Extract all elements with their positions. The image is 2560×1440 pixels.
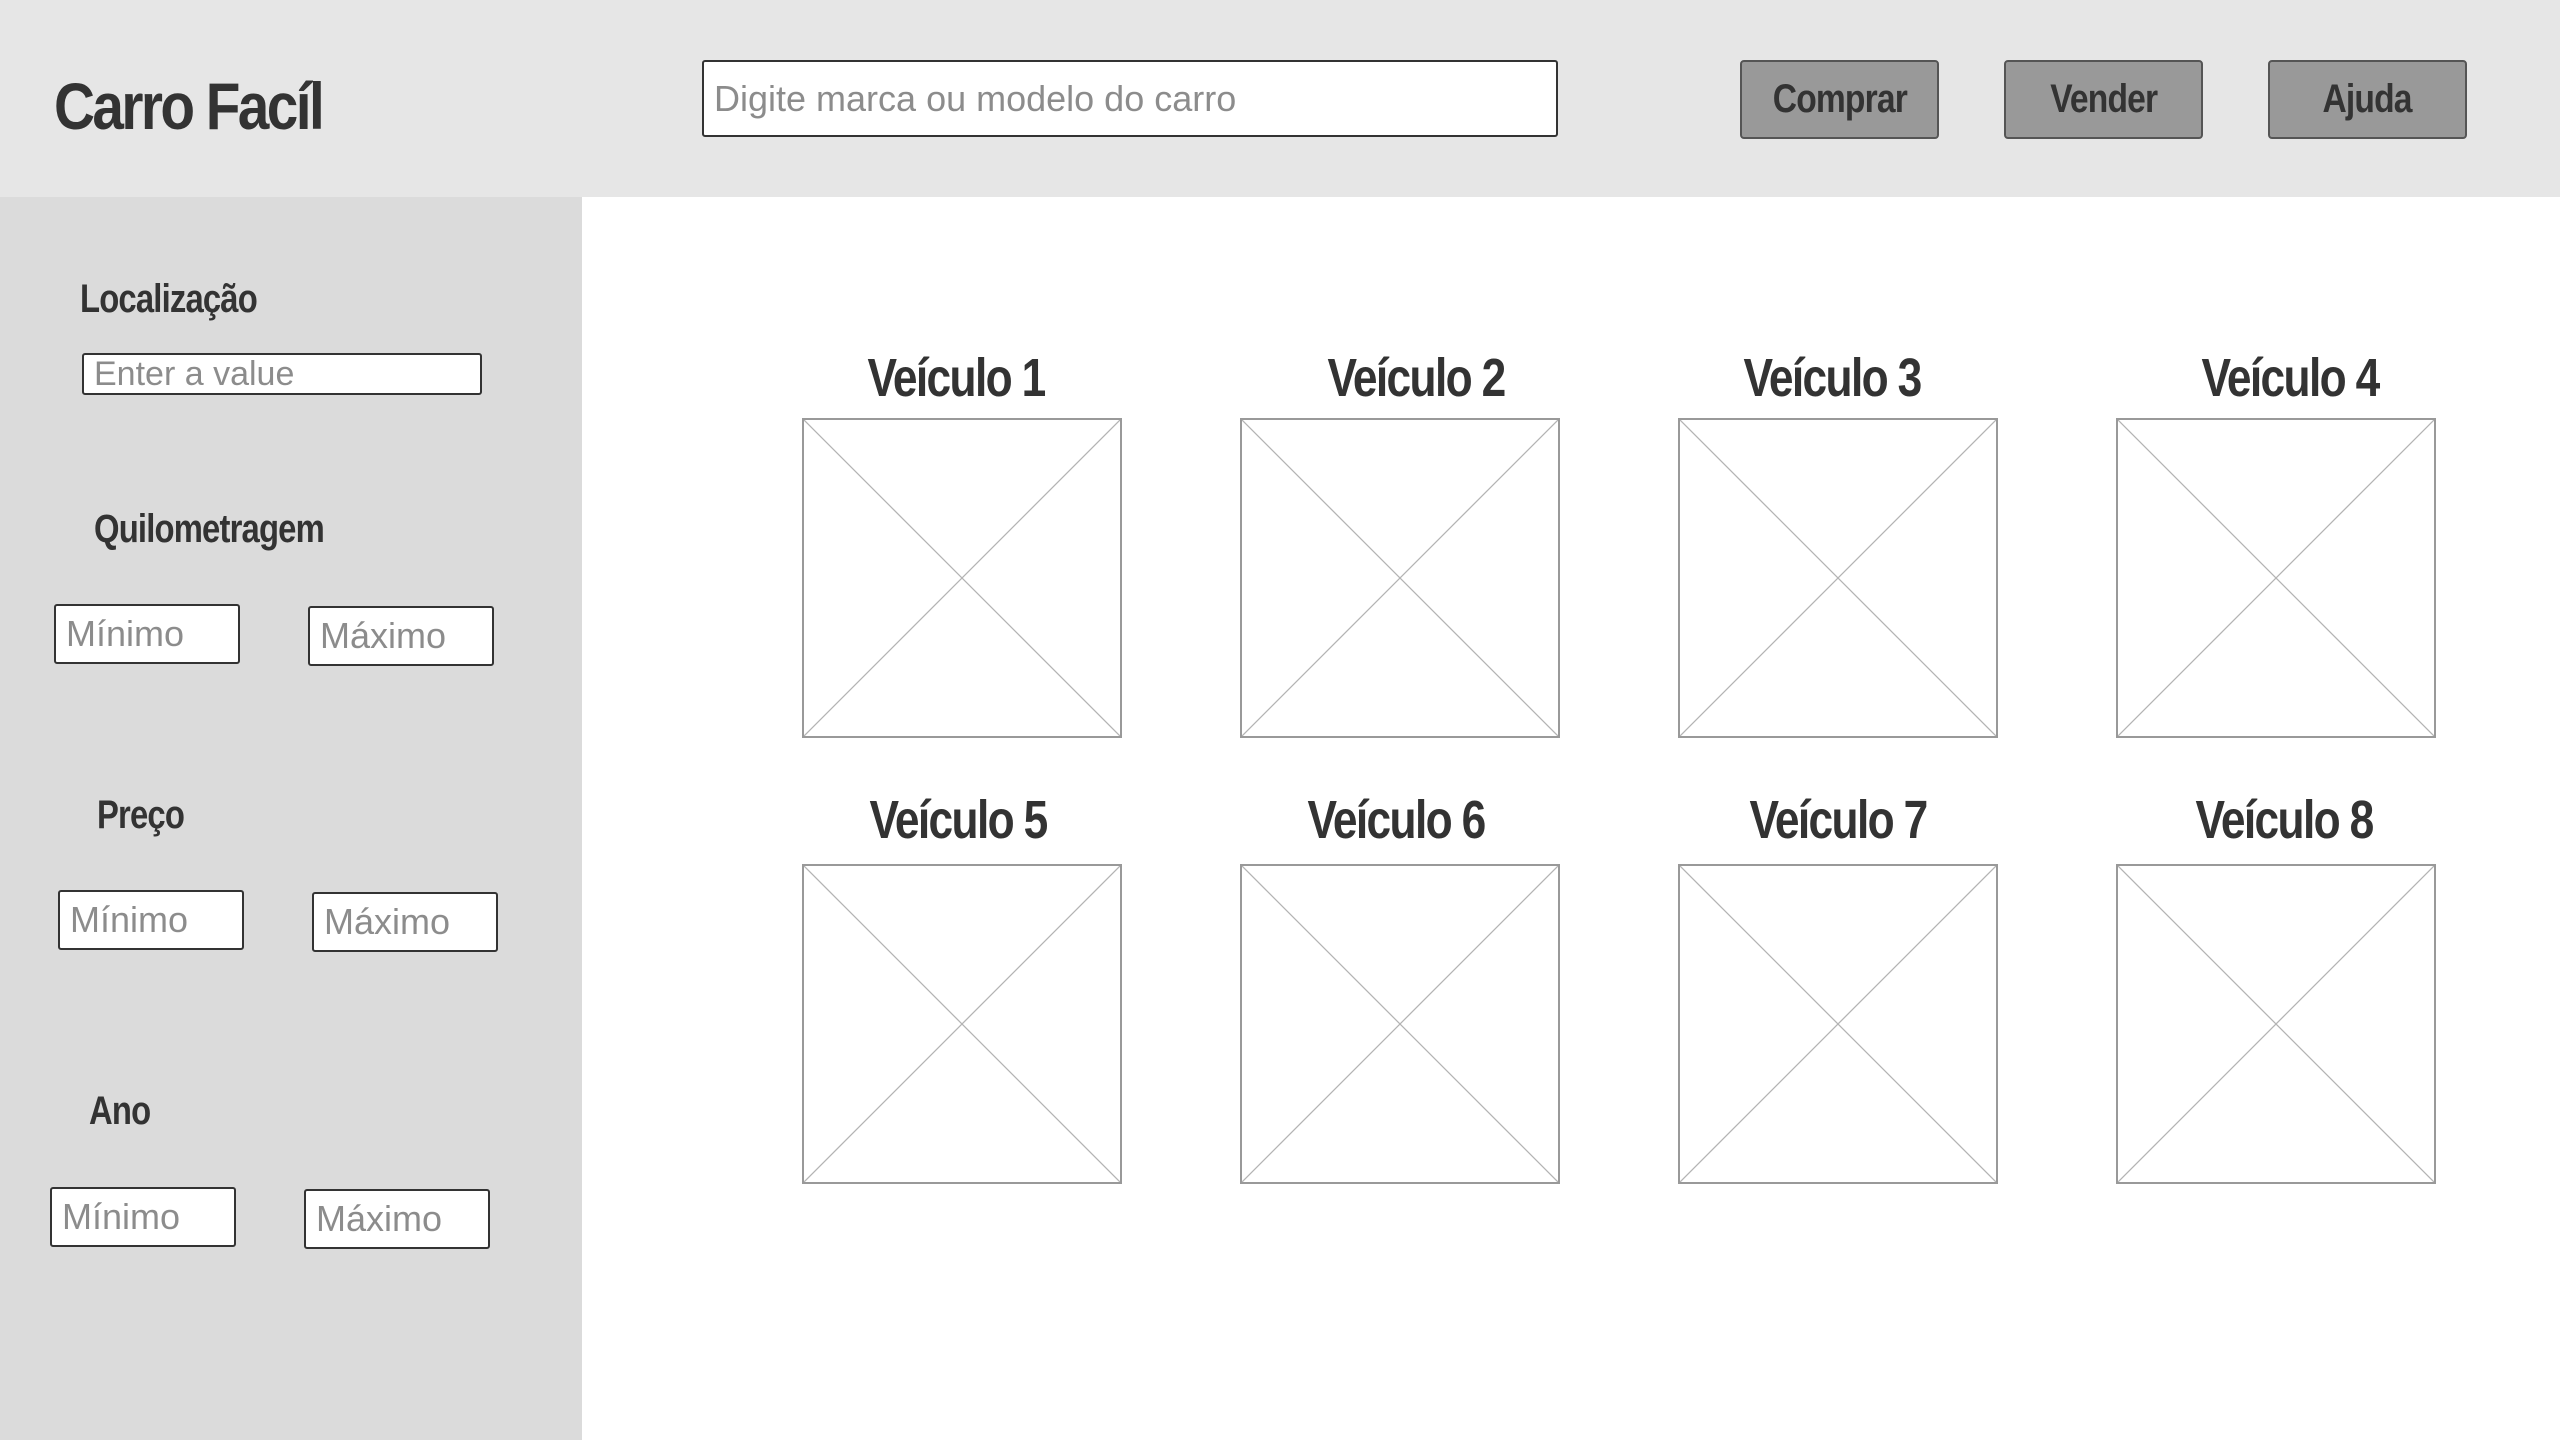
vehicle-image[interactable]	[2116, 418, 2436, 738]
vehicle-title: Veículo 6	[1307, 790, 1486, 850]
buy-button-label: Comprar	[1772, 77, 1907, 121]
mileage-min-input[interactable]	[54, 604, 240, 664]
image-placeholder-icon	[1680, 420, 1996, 736]
help-button[interactable]: Ajuda	[2268, 60, 2467, 139]
sell-button-label: Vender	[2049, 77, 2158, 121]
page: Carro Facíl Comprar Vender Ajuda Localiz…	[0, 0, 2560, 1440]
price-label: Preço	[97, 793, 185, 837]
location-input[interactable]	[82, 353, 482, 395]
image-placeholder-icon	[804, 866, 1120, 1182]
vehicle-title: Veículo 5	[869, 790, 1048, 850]
vehicle-image[interactable]	[802, 418, 1122, 738]
vehicle-title: Veículo 8	[2195, 790, 2374, 850]
search-input[interactable]	[702, 60, 1558, 137]
image-placeholder-icon	[2118, 420, 2434, 736]
vehicle-title: Veículo 4	[2201, 348, 2380, 408]
vehicle-title: Veículo 2	[1327, 348, 1506, 408]
vehicle-image[interactable]	[1240, 418, 1560, 738]
mileage-label: Quilometragem	[94, 507, 325, 551]
vehicle-title: Veículo 1	[867, 348, 1046, 408]
filter-sidebar: Localização Quilometragem Preço Ano	[0, 197, 582, 1440]
price-max-input[interactable]	[312, 892, 498, 952]
app-title: Carro Facíl	[54, 69, 325, 143]
year-min-input[interactable]	[50, 1187, 236, 1247]
buy-button[interactable]: Comprar	[1740, 60, 1939, 139]
location-label: Localização	[80, 277, 258, 321]
image-placeholder-icon	[2118, 866, 2434, 1182]
top-header: Carro Facíl Comprar Vender Ajuda	[0, 0, 2560, 197]
image-placeholder-icon	[1242, 866, 1558, 1182]
sell-button[interactable]: Vender	[2004, 60, 2203, 139]
vehicle-image[interactable]	[1240, 864, 1560, 1184]
image-placeholder-icon	[804, 420, 1120, 736]
vehicle-title: Veículo 7	[1749, 790, 1928, 850]
vehicle-image[interactable]	[802, 864, 1122, 1184]
vehicle-image[interactable]	[2116, 864, 2436, 1184]
image-placeholder-icon	[1680, 866, 1996, 1182]
image-placeholder-icon	[1242, 420, 1558, 736]
vehicle-image[interactable]	[1678, 418, 1998, 738]
vehicle-image[interactable]	[1678, 864, 1998, 1184]
help-button-label: Ajuda	[2322, 77, 2413, 121]
year-max-input[interactable]	[304, 1189, 490, 1249]
year-label: Ano	[89, 1089, 151, 1133]
mileage-max-input[interactable]	[308, 606, 494, 666]
vehicle-title: Veículo 3	[1743, 348, 1922, 408]
price-min-input[interactable]	[58, 890, 244, 950]
